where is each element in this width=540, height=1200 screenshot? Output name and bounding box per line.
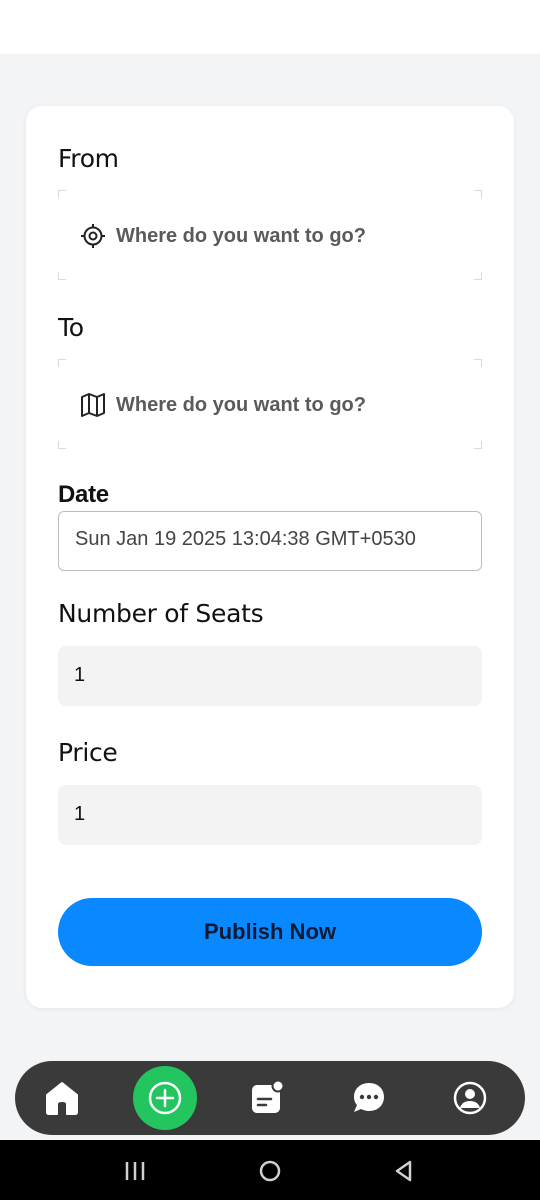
- home-icon[interactable]: [42, 1078, 82, 1118]
- rides-list-icon[interactable]: [247, 1078, 287, 1118]
- price-label: Price: [58, 738, 118, 767]
- publish-now-button[interactable]: Publish Now: [58, 898, 482, 966]
- add-circle-icon: [148, 1081, 182, 1115]
- chat-icon[interactable]: [349, 1078, 389, 1118]
- from-label: From: [58, 144, 119, 173]
- home-circle-icon[interactable]: [257, 1158, 283, 1184]
- recents-icon[interactable]: [122, 1158, 148, 1184]
- system-navigation-bar: [0, 1140, 540, 1200]
- to-label: To: [58, 313, 84, 342]
- publish-ride-form: From Where do you want to go? To Where d…: [26, 106, 514, 1008]
- profile-icon[interactable]: [450, 1078, 490, 1118]
- date-label: Date: [58, 481, 109, 508]
- date-input[interactable]: Sun Jan 19 2025 13:04:38 GMT+0530: [58, 511, 482, 571]
- from-placeholder: Where do you want to go?: [116, 225, 366, 247]
- to-location-field[interactable]: Where do you want to go?: [58, 359, 482, 449]
- add-ride-button[interactable]: [133, 1066, 197, 1130]
- seats-input[interactable]: 1: [58, 646, 482, 706]
- map-icon: [81, 393, 105, 417]
- status-bar-area: [0, 0, 540, 54]
- from-location-field[interactable]: Where do you want to go?: [58, 190, 482, 280]
- crosshair-icon: [81, 224, 105, 248]
- bottom-navigation: [15, 1061, 525, 1135]
- seats-label: Number of Seats: [58, 599, 264, 628]
- back-icon[interactable]: [391, 1158, 417, 1184]
- price-input[interactable]: 1: [58, 785, 482, 845]
- to-placeholder: Where do you want to go?: [116, 394, 366, 416]
